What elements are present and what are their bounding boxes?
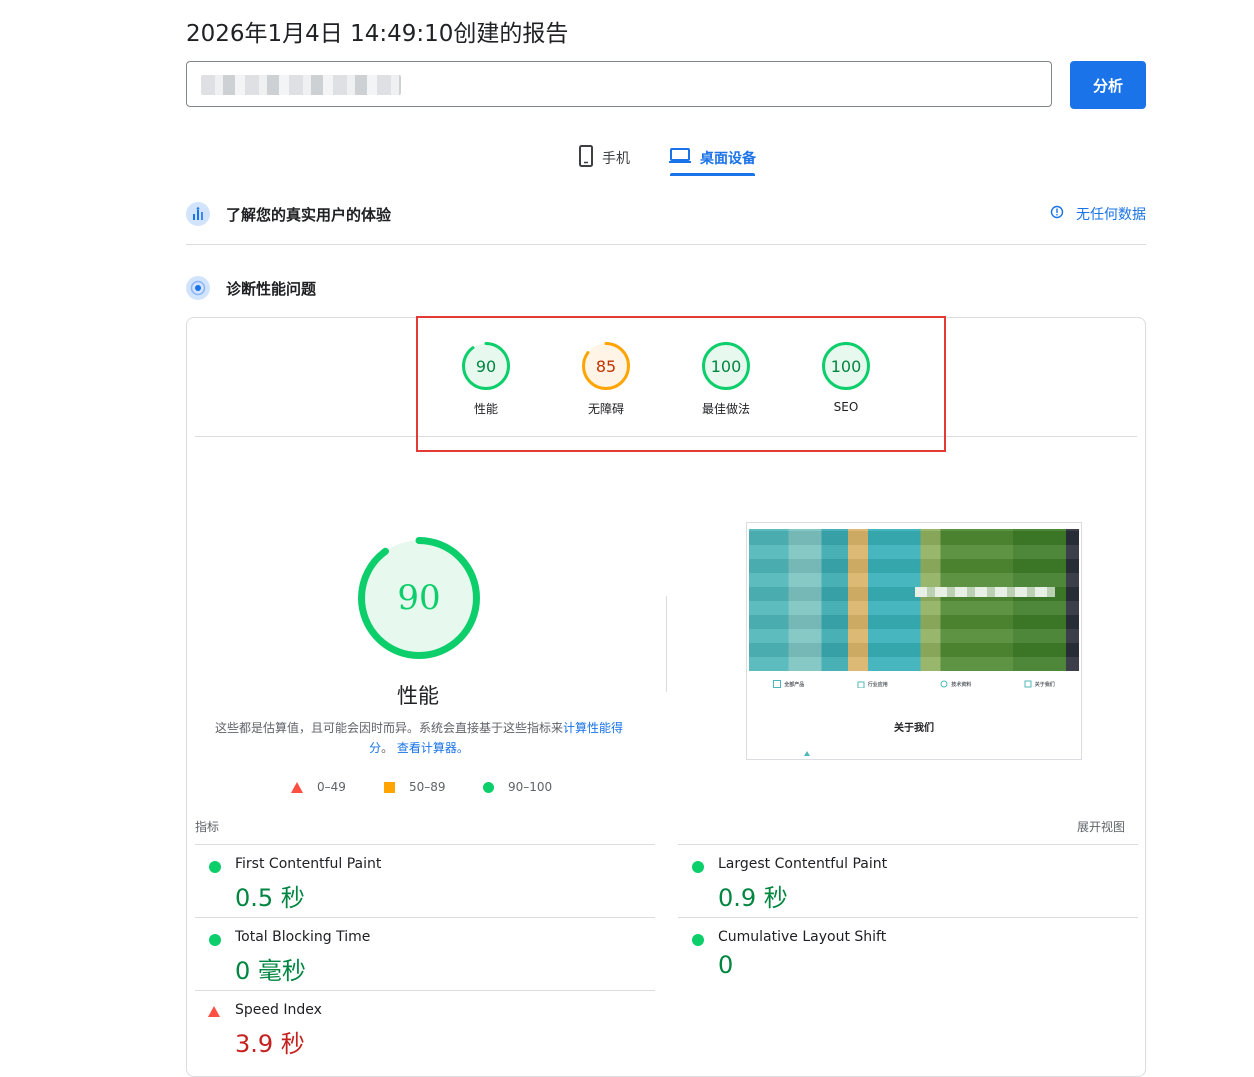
phone-icon — [578, 145, 594, 171]
legend-range: 90–100 — [508, 780, 553, 794]
doc-icon — [940, 680, 948, 688]
expand-view-link[interactable]: 展开视图 — [1077, 818, 1125, 835]
tab-mobile-label: 手机 — [602, 151, 630, 167]
metric-value: 0 毫秒 — [235, 957, 306, 985]
legend-average: 50–89 — [384, 780, 446, 794]
tab-mobile[interactable]: 手机 — [578, 140, 630, 176]
no-data-link[interactable]: 无任何数据 — [1050, 199, 1146, 229]
pass-dot-icon — [692, 861, 704, 873]
screenshot-nav-item: 行业应用 — [857, 673, 888, 695]
description-text: 这些都是估算值，且可能会因时而异。系统会直接基于这些指标来 — [214, 721, 563, 735]
tab-desktop[interactable]: 桌面设备 — [668, 140, 756, 176]
pass-dot-icon — [209, 934, 221, 946]
legend-range: 0–49 — [317, 780, 346, 794]
users-chart-icon — [186, 202, 210, 226]
metric-tbt: Total Blocking Time 0 毫秒 — [195, 917, 655, 990]
performance-description: 这些都是估算值，且可能会因时而异。系统会直接基于这些指标来计算性能得分。 查看计… — [210, 718, 628, 758]
metric-name: Speed Index — [235, 1002, 322, 1018]
scroll-marker-icon — [804, 751, 810, 756]
metric-si: Speed Index 3.9 秒 — [195, 990, 655, 1063]
performance-score: 90 — [397, 578, 441, 618]
analyze-button[interactable]: 分析 — [1070, 61, 1146, 109]
info-small-icon — [1024, 680, 1032, 688]
metric-name: First Contentful Paint — [235, 856, 382, 872]
tab-desktop-label: 桌面设备 — [700, 151, 756, 167]
legend-range: 50–89 — [409, 780, 446, 794]
metric-lcp: Largest Contentful Paint 0.9 秒 — [678, 844, 1138, 917]
url-input[interactable] — [186, 61, 1052, 107]
metric-fcp: First Contentful Paint 0.5 秒 — [195, 844, 655, 917]
laptop-icon — [668, 147, 692, 169]
screenshot-nav-item: 关于我们 — [1024, 673, 1055, 695]
diagnose-title: 诊断性能问题 — [226, 279, 317, 298]
circle-icon — [483, 781, 494, 793]
target-icon — [186, 276, 210, 300]
highlight-box — [416, 316, 946, 452]
metric-value: 3.9 秒 — [235, 1030, 305, 1058]
redacted-url — [201, 75, 401, 95]
metric-name: Largest Contentful Paint — [718, 856, 888, 872]
screenshot-nav-item: 技术资料 — [940, 673, 971, 695]
performance-label: 性能 — [397, 684, 439, 708]
triangle-icon — [291, 781, 303, 793]
description-separator: 。 — [381, 741, 394, 755]
field-data-title: 了解您的真实用户的体验 — [226, 205, 392, 224]
screenshot-nav: 全部产品 行业应用 技术资料 关于我们 — [747, 673, 1081, 695]
pass-dot-icon — [209, 861, 221, 873]
field-data-section: 了解您的真实用户的体验 无任何数据 — [186, 199, 1146, 229]
no-data-label: 无任何数据 — [1076, 207, 1146, 223]
metrics-header: 指标 — [195, 820, 220, 834]
building-icon — [857, 681, 865, 688]
screenshot-nav-item: 全部产品 — [773, 673, 804, 695]
page-screenshot[interactable]: 全部产品 行业应用 技术资料 关于我们 关于我们 — [746, 522, 1082, 760]
calculator-link[interactable]: 查看计算器。 — [397, 741, 469, 755]
metric-value: 0.5 秒 — [235, 884, 305, 912]
section-divider — [186, 244, 1146, 245]
grid-icon — [773, 680, 782, 688]
metric-cls: Cumulative Layout Shift 0 — [678, 917, 1138, 990]
metric-value: 0 — [718, 951, 734, 979]
metric-name: Total Blocking Time — [235, 929, 371, 945]
metric-name: Cumulative Layout Shift — [718, 929, 887, 945]
fail-triangle-icon — [208, 1006, 220, 1017]
diagnose-section: 诊断性能问题 — [186, 273, 1146, 303]
screenshot-hero-image — [749, 529, 1079, 671]
report-title: 2026年1月4日 14:49:10创建的报告 — [186, 21, 569, 47]
active-tab-indicator — [670, 173, 755, 176]
legend-fail: 0–49 — [291, 780, 346, 794]
screenshot-hero-bar — [915, 587, 1055, 597]
legend-pass: 90–100 — [483, 780, 552, 794]
screenshot-caption: 关于我们 — [894, 723, 934, 734]
metric-value: 0.9 秒 — [718, 884, 788, 912]
square-icon — [384, 781, 395, 793]
info-icon — [1050, 205, 1064, 223]
vertical-divider — [666, 596, 667, 692]
pass-dot-icon — [692, 934, 704, 946]
